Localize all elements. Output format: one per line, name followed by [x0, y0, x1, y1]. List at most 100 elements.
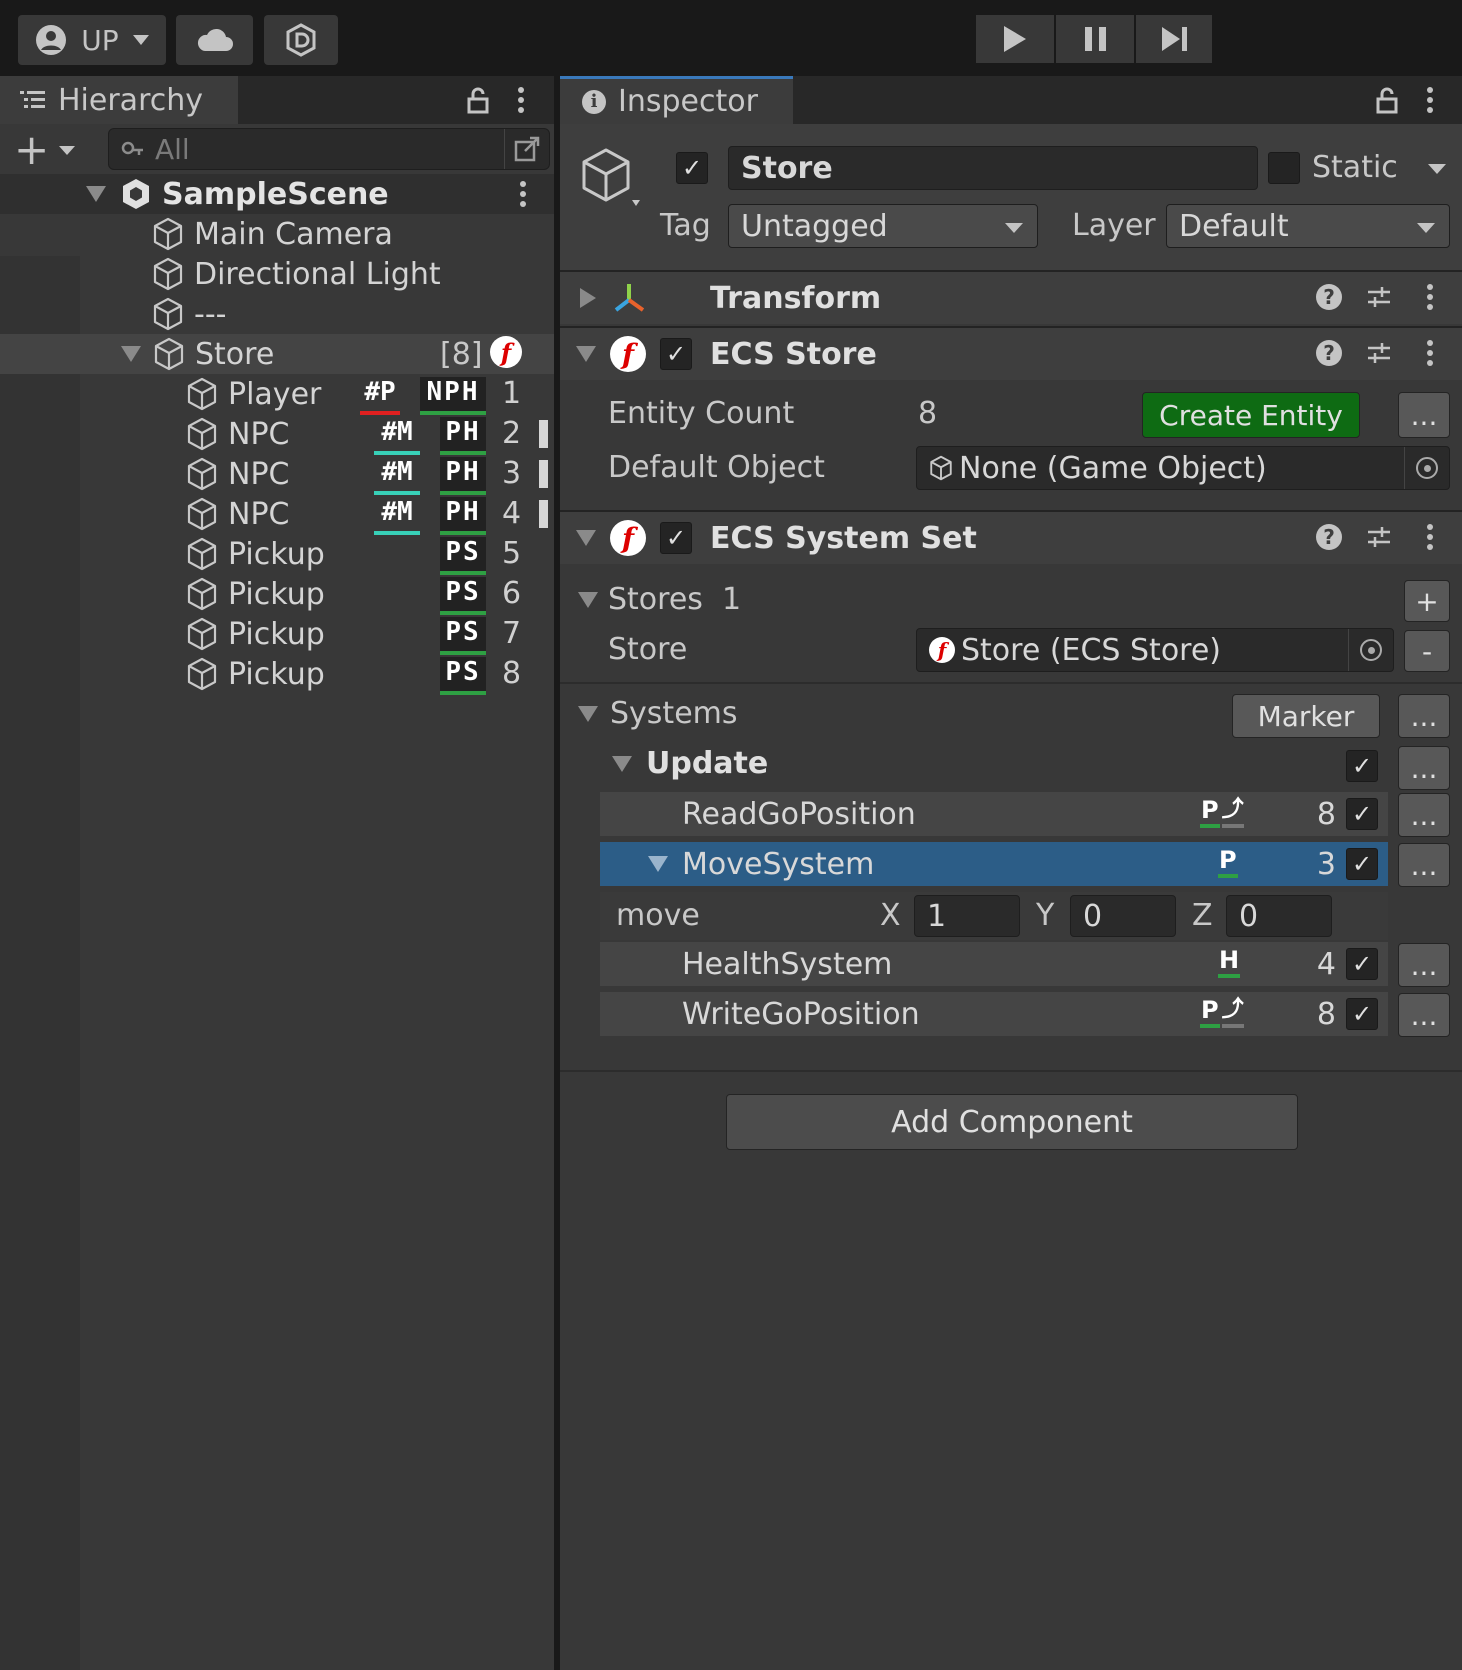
ecs-store-component-header[interactable]: f ✓ ECS Store ? — [560, 326, 1462, 380]
system-more-button[interactable]: ... — [1398, 993, 1450, 1037]
x-field[interactable]: 1 — [914, 895, 1020, 937]
default-object-field[interactable]: None (Game Object) — [916, 446, 1450, 490]
presets-icon[interactable] — [1366, 340, 1392, 366]
entity-row[interactable]: NPC #M PH 3 — [0, 454, 554, 495]
lock-icon[interactable] — [466, 86, 490, 114]
gameobject-large-icon[interactable] — [578, 146, 648, 210]
entity-row[interactable]: Pickup PS 5 — [0, 534, 554, 575]
create-entity-button[interactable]: Create Entity — [1142, 392, 1360, 438]
help-icon[interactable]: ? — [1316, 340, 1342, 366]
system-component-badge: P ⤴ — [1200, 796, 1244, 830]
system-more-button[interactable]: ... — [1398, 943, 1450, 987]
systems-label: Systems — [610, 696, 738, 731]
marker-button[interactable]: Marker — [1232, 694, 1380, 738]
update-expand-triangle-icon[interactable] — [612, 756, 632, 772]
system-enabled-checkbox[interactable]: ✓ — [1346, 998, 1378, 1030]
system-enabled-checkbox[interactable]: ✓ — [1346, 848, 1378, 880]
chevron-down-icon — [1417, 223, 1435, 233]
update-enabled-checkbox[interactable]: ✓ — [1346, 750, 1378, 782]
system-more-button[interactable]: ... — [1398, 843, 1450, 887]
help-icon[interactable]: ? — [1316, 284, 1342, 310]
add-store-button[interactable]: + — [1404, 580, 1450, 622]
collab-button[interactable] — [264, 15, 338, 65]
y-field[interactable]: 0 — [1070, 895, 1176, 937]
entity-row[interactable]: NPC #M PH 4 — [0, 494, 554, 535]
gameobject-cube-icon — [187, 537, 217, 571]
remove-store-button[interactable]: - — [1404, 630, 1450, 672]
pause-button[interactable] — [1056, 15, 1134, 63]
tab-hierarchy[interactable]: Hierarchy — [0, 76, 238, 124]
system-enabled-checkbox[interactable]: ✓ — [1346, 798, 1378, 830]
play-button[interactable] — [976, 15, 1054, 63]
add-component-button[interactable]: Add Component — [726, 1094, 1298, 1150]
account-dropdown[interactable]: UP — [18, 15, 166, 65]
systems-more-button[interactable]: ... — [1398, 694, 1450, 738]
systems-expand-triangle-icon[interactable] — [578, 706, 598, 722]
entity-count-label: Entity Count — [608, 396, 795, 431]
z-field[interactable]: 0 — [1226, 895, 1332, 937]
layer-dropdown[interactable]: Default — [1166, 204, 1450, 248]
kebab-menu-icon[interactable] — [1425, 523, 1435, 551]
store-count: [8] — [440, 336, 483, 372]
system-row[interactable]: HealthSystem H 4 ✓ — [600, 942, 1388, 986]
create-dropdown[interactable]: + — [14, 128, 84, 172]
entity-name: Pickup — [228, 616, 325, 652]
system-enabled-checkbox[interactable]: ✓ — [1346, 948, 1378, 980]
scene-row[interactable]: SampleScene — [0, 174, 554, 214]
object-name-field[interactable]: Store — [728, 146, 1258, 190]
object-picker-icon[interactable] — [1404, 447, 1449, 489]
kebab-menu-icon[interactable] — [1425, 339, 1435, 367]
entity-row[interactable]: Pickup PS 6 — [0, 574, 554, 615]
store-more-button[interactable]: ... — [1398, 392, 1450, 438]
more-label: ... — [1410, 998, 1438, 1032]
hierarchy-search-input[interactable]: All — [108, 128, 550, 170]
hierarchy-item[interactable]: Directional Light — [0, 254, 554, 294]
ecs-system-set-component-header[interactable]: f ✓ ECS System Set ? — [560, 510, 1462, 564]
step-button[interactable] — [1136, 15, 1212, 63]
y-label: Y — [1036, 898, 1055, 933]
presets-icon[interactable] — [1366, 524, 1392, 550]
checkmark-icon: ✓ — [665, 524, 687, 552]
hierarchy-item[interactable]: Main Camera — [0, 214, 554, 254]
plus-icon: + — [14, 125, 50, 174]
item-name: --- — [194, 296, 227, 332]
static-label: Static — [1312, 150, 1398, 185]
static-dropdown-icon[interactable] — [1428, 164, 1446, 174]
static-checkbox[interactable] — [1268, 152, 1300, 184]
tab-inspector[interactable]: i Inspector — [560, 76, 793, 124]
create-entity-label: Create Entity — [1159, 398, 1343, 432]
help-icon[interactable]: ? — [1316, 524, 1342, 550]
ecs-system-set-enabled-checkbox[interactable]: ✓ — [660, 522, 692, 554]
scene-menu-icon[interactable] — [518, 180, 528, 208]
update-more-button[interactable]: ... — [1398, 746, 1450, 790]
scene-search-button[interactable] — [504, 129, 549, 169]
tag-dropdown[interactable]: Untagged — [728, 204, 1038, 248]
presets-icon[interactable] — [1366, 284, 1392, 310]
store-reference-field[interactable]: f Store (ECS Store) — [916, 628, 1394, 672]
kebab-menu-icon[interactable] — [1425, 283, 1435, 311]
kebab-menu-icon[interactable] — [1425, 86, 1435, 114]
stores-expand-triangle-icon[interactable] — [578, 592, 598, 608]
system-row[interactable]: ReadGoPosition P ⤴ 8 ✓ — [600, 792, 1388, 836]
entity-row[interactable]: Player #P NPH 1 — [0, 374, 554, 415]
checkmark-icon: ✓ — [1351, 752, 1373, 780]
cloud-button[interactable] — [176, 15, 253, 65]
entity-row[interactable]: Pickup PS 7 — [0, 614, 554, 655]
system-more-button[interactable]: ... — [1398, 793, 1450, 837]
gameobject-cube-icon — [187, 657, 217, 691]
lock-icon[interactable] — [1375, 86, 1399, 114]
transform-component-header[interactable]: Transform ? — [560, 270, 1462, 324]
ecs-store-enabled-checkbox[interactable]: ✓ — [660, 338, 692, 370]
store-row[interactable]: Store [8] f — [0, 334, 554, 374]
system-row[interactable]: WriteGoPosition P ⤴ 8 ✓ — [600, 992, 1388, 1036]
entity-row[interactable]: Pickup PS 8 — [0, 654, 554, 695]
entity-row[interactable]: NPC #M PH 2 — [0, 414, 554, 455]
entity-components-badge: NPH — [420, 377, 486, 415]
system-row-selected[interactable]: MoveSystem P 3 ✓ — [600, 842, 1388, 886]
kebab-menu-icon[interactable] — [516, 86, 526, 114]
entity-name: Player — [228, 376, 322, 412]
entity-id: 7 — [502, 616, 522, 651]
hierarchy-item[interactable]: --- — [0, 294, 554, 334]
active-checkbox[interactable]: ✓ — [676, 152, 708, 184]
object-picker-icon[interactable] — [1348, 629, 1393, 671]
